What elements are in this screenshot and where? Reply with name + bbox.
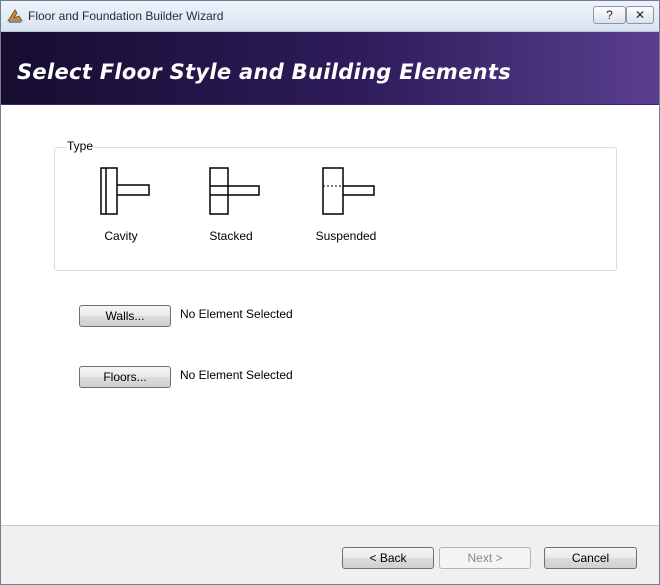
app-icon <box>7 9 23 23</box>
floors-selection-status: No Element Selected <box>180 368 293 382</box>
option-label-cavity[interactable]: Cavity <box>91 229 151 243</box>
window-title: Floor and Foundation Builder Wizard <box>28 9 224 23</box>
walls-button[interactable]: Walls... <box>79 305 171 327</box>
option-label-suspended[interactable]: Suspended <box>306 229 386 243</box>
back-button[interactable]: < Back <box>342 547 434 569</box>
type-group-label: Type <box>66 139 95 153</box>
wizard-banner: Select Floor Style and Building Elements <box>1 32 659 105</box>
option-label-stacked[interactable]: Stacked <box>196 229 266 243</box>
floors-button[interactable]: Floors... <box>79 366 171 388</box>
close-icon: ✕ <box>634 8 646 22</box>
close-button[interactable]: ✕ <box>626 6 654 24</box>
walls-selection-status: No Element Selected <box>180 307 293 321</box>
title-bar: Floor and Foundation Builder Wizard ? ✕ <box>1 1 659 32</box>
suspended-floor-icon[interactable] <box>322 167 376 215</box>
next-button[interactable]: Next > <box>439 547 531 569</box>
page-title: Select Floor Style and Building Elements <box>17 60 512 84</box>
help-icon: ? <box>606 8 613 22</box>
help-button[interactable]: ? <box>593 6 626 24</box>
footer-divider <box>1 525 659 526</box>
cancel-button[interactable]: Cancel <box>544 547 637 569</box>
cavity-floor-icon[interactable] <box>100 167 152 215</box>
wizard-window: Floor and Foundation Builder Wizard ? ✕ … <box>0 0 660 585</box>
stacked-floor-icon[interactable] <box>209 167 261 215</box>
